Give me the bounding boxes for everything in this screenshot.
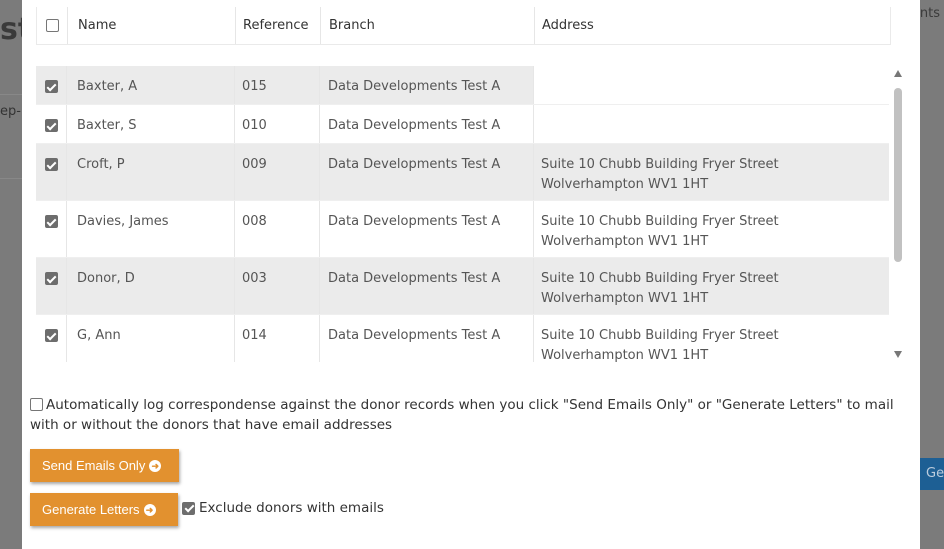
background-page-subtitle: ep- [0,104,21,119]
row-reference: 010 [235,105,320,143]
row-branch: Data Developments Test A [320,201,534,257]
row-reference: 014 [235,315,320,362]
header-name[interactable]: Name [68,7,236,44]
exclude-donors-checkbox[interactable] [182,501,195,515]
row-address: Suite 10 Chubb Building Fryer Street Wol… [534,258,889,314]
select-all-checkbox[interactable] [45,19,59,32]
background-page-text: nts [919,6,940,21]
background-divider [0,178,22,179]
row-name: Baxter, A [67,66,235,104]
row-branch: Data Developments Test A [320,66,534,104]
row-name: Baxter, S [67,105,235,143]
select-all-cell [37,7,68,44]
row-checkbox-cell [36,315,67,362]
row-address: Suite 10 Chubb Building Fryer Street Wol… [541,214,779,249]
header-branch[interactable]: Branch [321,7,535,44]
table-row[interactable]: Baxter, A 015 Data Developments Test A [36,66,889,105]
table-header: Name Reference Branch Address [36,7,891,45]
row-reference: 003 [235,258,320,314]
scroll-up-arrow-icon[interactable] [894,70,902,77]
row-checkbox[interactable] [44,215,58,228]
row-address: Suite 10 Chubb Building Fryer Street Wol… [541,328,779,362]
row-checkbox[interactable] [44,329,58,342]
generate-letters-button[interactable]: Generate Letters ➜ [30,493,178,526]
row-checkbox[interactable] [44,272,58,285]
row-name: Croft, P [67,144,235,200]
row-branch: Data Developments Test A [320,315,534,362]
exclude-donors-label: Exclude donors with emails [199,500,384,516]
list-scrollbar[interactable] [892,66,904,362]
generate-letters-label: Generate Letters [42,502,140,517]
row-checkbox-cell [36,105,67,143]
row-checkbox-cell [36,201,67,257]
table-row[interactable]: Davies, James 008 Data Developments Test A… [36,201,889,258]
row-checkbox[interactable] [44,119,58,132]
row-reference: 015 [235,66,320,104]
table-row[interactable]: Donor, D 003 Data Developments Test A Suite… [36,258,889,315]
row-checkbox[interactable] [44,80,58,93]
row-name: Davies, James [67,201,235,257]
background-generate-button: Ge [920,458,944,490]
auto-log-option: Automatically log correspondense against… [30,395,900,435]
background-divider [0,94,22,95]
table-row[interactable]: G, Ann 014 Data Developments Test A Suite 1… [36,315,889,362]
auto-log-label: Automatically log correspondense against… [30,397,894,433]
scroll-thumb[interactable] [894,88,902,262]
row-address: Suite 10 Chubb Building Fryer Street Wol… [534,144,889,200]
row-name: Donor, D [67,258,235,314]
table-row[interactable]: Croft, P 009 Data Developments Test A Suite… [36,144,889,201]
row-checkbox-cell [36,66,67,104]
circle-arrow-right-icon: ➜ [143,503,156,516]
scroll-down-arrow-icon[interactable] [894,351,902,358]
table-row[interactable]: Baxter, S 010 Data Developments Test A [36,105,889,144]
send-emails-only-label: Send Emails Only [42,458,146,473]
row-branch: Data Developments Test A [320,105,534,143]
donor-list[interactable]: Baxter, A 015 Data Developments Test A Baxt… [36,66,889,362]
row-branch: Data Developments Test A [320,144,534,200]
row-checkbox[interactable] [44,158,58,171]
row-checkbox-cell [36,144,67,200]
row-address [534,66,889,104]
circle-arrow-right-icon: ➜ [149,459,162,472]
auto-log-checkbox[interactable] [30,398,43,411]
header-address[interactable]: Address [535,7,890,44]
row-reference: 008 [235,201,320,257]
send-emails-only-button[interactable]: Send Emails Only ➜ [30,449,179,482]
row-checkbox-cell [36,258,67,314]
row-name: G, Ann [67,315,235,362]
row-branch: Data Developments Test A [320,258,534,314]
row-reference: 009 [235,144,320,200]
exclude-option: Exclude donors with emails [182,500,384,516]
row-address [534,105,889,143]
mailing-modal: Name Reference Branch Address Baxter, A0… [22,0,920,549]
header-reference[interactable]: Reference [236,7,321,44]
